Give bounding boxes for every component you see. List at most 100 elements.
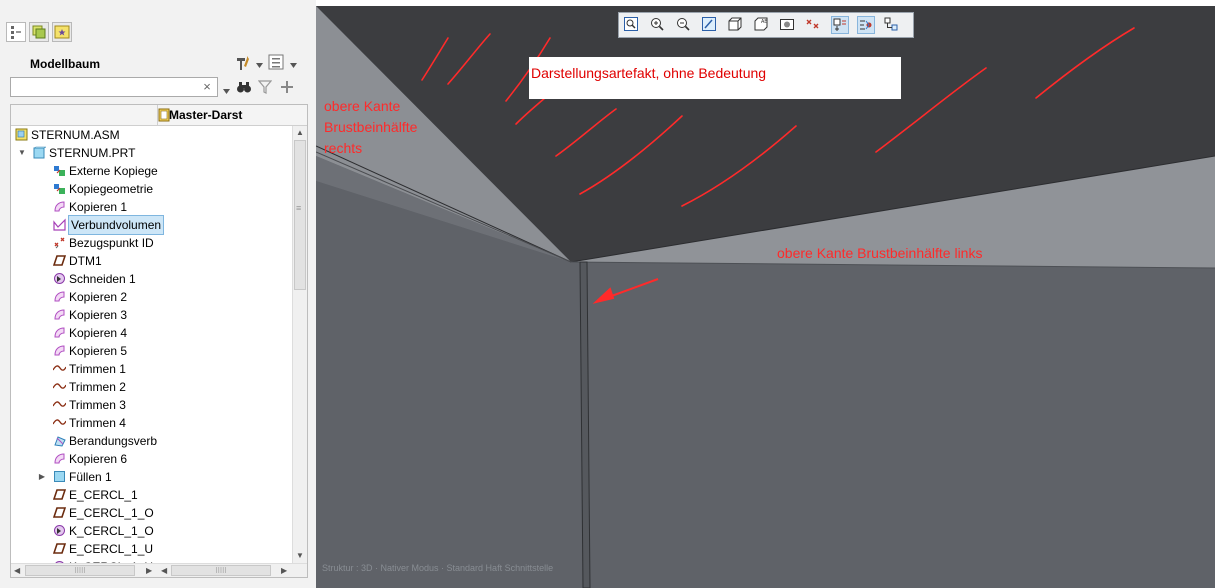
tree-row[interactable]: Bezugspunkt ID (11, 234, 291, 252)
datum-plane-icon (52, 488, 67, 501)
tree-row[interactable]: Berandungsverb (11, 432, 291, 450)
label-line-1: obere Kante (324, 98, 401, 114)
tree-row[interactable]: Trimmen 1 (11, 360, 291, 378)
expand-icon[interactable]: ▶ (37, 468, 47, 486)
column-header-master[interactable]: Master-Darst (169, 108, 242, 122)
filter-icon[interactable] (257, 80, 273, 97)
clear-search-button[interactable]: × (200, 79, 214, 95)
tree-row[interactable]: Trimmen 3 (11, 396, 291, 414)
show-list-icon[interactable] (268, 54, 284, 73)
tree-row[interactable]: Schneiden 1 (11, 270, 291, 288)
tree-row[interactable]: K_CERCL_1_O (11, 522, 291, 540)
scroll-down-icon[interactable]: ▼ (296, 551, 304, 560)
refit-icon[interactable] (623, 16, 641, 34)
tree-row[interactable]: Externe Kopiege (11, 162, 291, 180)
horizontal-scroll-thumb-right[interactable]: IIIII (171, 565, 271, 576)
tree-row[interactable]: Kopieren 3 (11, 306, 291, 324)
copy-surface-icon (53, 308, 66, 321)
saved-views-icon[interactable]: AB (753, 16, 771, 34)
tree-item-label: Kopieren 6 (69, 452, 128, 466)
tree-row[interactable]: ▼ STERNUM.PRT (11, 144, 291, 162)
model-tree-tab-icon[interactable] (6, 22, 26, 42)
status-text: Struktur : 3D · Nativer Modus · Standard… (322, 563, 554, 573)
tree-item-label: E_CERCL_1_U (69, 542, 154, 556)
assembly-display-icon[interactable] (883, 16, 901, 34)
panel-title: Modellbaum (30, 57, 101, 71)
tree-row[interactable]: Kopieren 6 (11, 450, 291, 468)
scroll-right-icon[interactable]: ▶ (281, 566, 287, 575)
display-style-icon[interactable] (727, 16, 745, 34)
header-tools (218, 52, 308, 74)
find-binoculars-icon[interactable] (236, 79, 252, 98)
horizontal-scrollbar[interactable]: ◀ IIIII ▶ ◀ IIIII ▶ (11, 563, 307, 577)
zoom-out-icon[interactable] (675, 16, 693, 34)
tree-row[interactable]: Trimmen 2 (11, 378, 291, 396)
model-tree: Master-Darst STERNUM.ASM ▼ STERNUM.PRT Exte… (10, 104, 308, 578)
tree-item-label: Kopieren 5 (69, 344, 128, 358)
vertical-scrollbar[interactable]: ▲ ≡ ▼ (292, 126, 307, 563)
tree-row[interactable]: E_CERCL_1 (11, 486, 291, 504)
favorites-tab-icon[interactable] (52, 22, 72, 42)
tree-item-label: DTM1 (69, 254, 102, 268)
view-manager-icon[interactable] (779, 16, 797, 34)
tree-row[interactable]: E_CERCL_1_O (11, 504, 291, 522)
cut-icon (53, 524, 66, 537)
tree-item-label: E_CERCL_1_O (69, 506, 154, 520)
graphics-viewport[interactable]: AB Darstellungsartefakt, ohne Bedeutung … (316, 6, 1215, 588)
tree-row[interactable]: Kopieren 4 (11, 324, 291, 342)
tree-item-label: Kopieren 4 (69, 326, 128, 340)
tree-item-label: Verbundvolumen (67, 215, 165, 235)
tree-item-label: Trimmen 1 (69, 362, 126, 376)
tree-item-label: Trimmen 3 (69, 398, 126, 412)
tree-item-label: K_CERCL_1_O (69, 524, 154, 538)
tree-item-label: Füllen 1 (69, 470, 112, 484)
chevron-down-icon[interactable] (290, 58, 297, 72)
horizontal-scroll-thumb-left[interactable]: IIIII (25, 565, 135, 576)
tree-row[interactable]: Verbundvolumen (11, 215, 291, 235)
copy-surface-icon (53, 326, 66, 339)
scroll-left-icon[interactable]: ◀ (161, 566, 167, 575)
tree-row[interactable]: STERNUM.ASM (11, 126, 291, 144)
datum-display-icon[interactable] (805, 16, 823, 34)
panel-header: Modellbaum (10, 52, 308, 74)
copy-surface-icon (53, 290, 66, 303)
tree-row[interactable]: E_CERCL_1_U (11, 540, 291, 558)
label-line-3: rechts (324, 140, 363, 156)
scroll-right-icon[interactable]: ▶ (146, 566, 152, 575)
spin-center-icon[interactable] (831, 16, 849, 34)
tree-item-label: Trimmen 4 (69, 416, 126, 430)
add-column-icon[interactable] (280, 80, 294, 97)
vertical-scroll-thumb[interactable]: ≡ (294, 140, 306, 290)
search-input[interactable] (10, 77, 218, 97)
tree-item-label: Schneiden 1 (69, 272, 136, 286)
tree-row[interactable]: Kopiegeometrie (11, 180, 291, 198)
cut-icon (53, 272, 66, 285)
merge-volume-icon (53, 218, 66, 231)
tree-row[interactable]: Kopieren 5 (11, 342, 291, 360)
collapse-icon[interactable]: ▼ (17, 144, 27, 162)
assembly-icon (15, 128, 28, 141)
tree-item-label: Kopieren 2 (69, 290, 128, 304)
tree-row[interactable]: DTM1 (11, 252, 291, 270)
tree-row[interactable]: ▶ Füllen 1 (11, 468, 291, 486)
tree-row[interactable]: Trimmen 4 (11, 414, 291, 432)
annotation-display-icon[interactable] (857, 16, 875, 34)
layer-tree-tab-icon[interactable] (29, 22, 49, 42)
tree-item-label: Kopiegeometrie (69, 182, 154, 196)
chevron-down-icon[interactable] (256, 58, 263, 72)
tree-row[interactable]: Kopieren 1 (11, 198, 291, 216)
settings-icon[interactable] (234, 54, 254, 75)
scroll-left-icon[interactable]: ◀ (14, 566, 20, 575)
tree-item-label: Kopieren 3 (69, 308, 128, 322)
scroll-up-icon[interactable]: ▲ (296, 128, 304, 137)
copy-surface-icon (53, 344, 66, 357)
repaint-icon[interactable] (701, 16, 719, 34)
datum-point-icon (53, 236, 66, 249)
part-icon (33, 146, 47, 159)
datum-plane-icon (52, 506, 67, 519)
zoom-in-icon[interactable] (649, 16, 667, 34)
trim-icon (52, 380, 67, 393)
tree-row[interactable]: Kopieren 2 (11, 288, 291, 306)
tree-item-label: E_CERCL_1 (69, 488, 138, 502)
search-options-chevron-icon[interactable] (223, 84, 230, 98)
